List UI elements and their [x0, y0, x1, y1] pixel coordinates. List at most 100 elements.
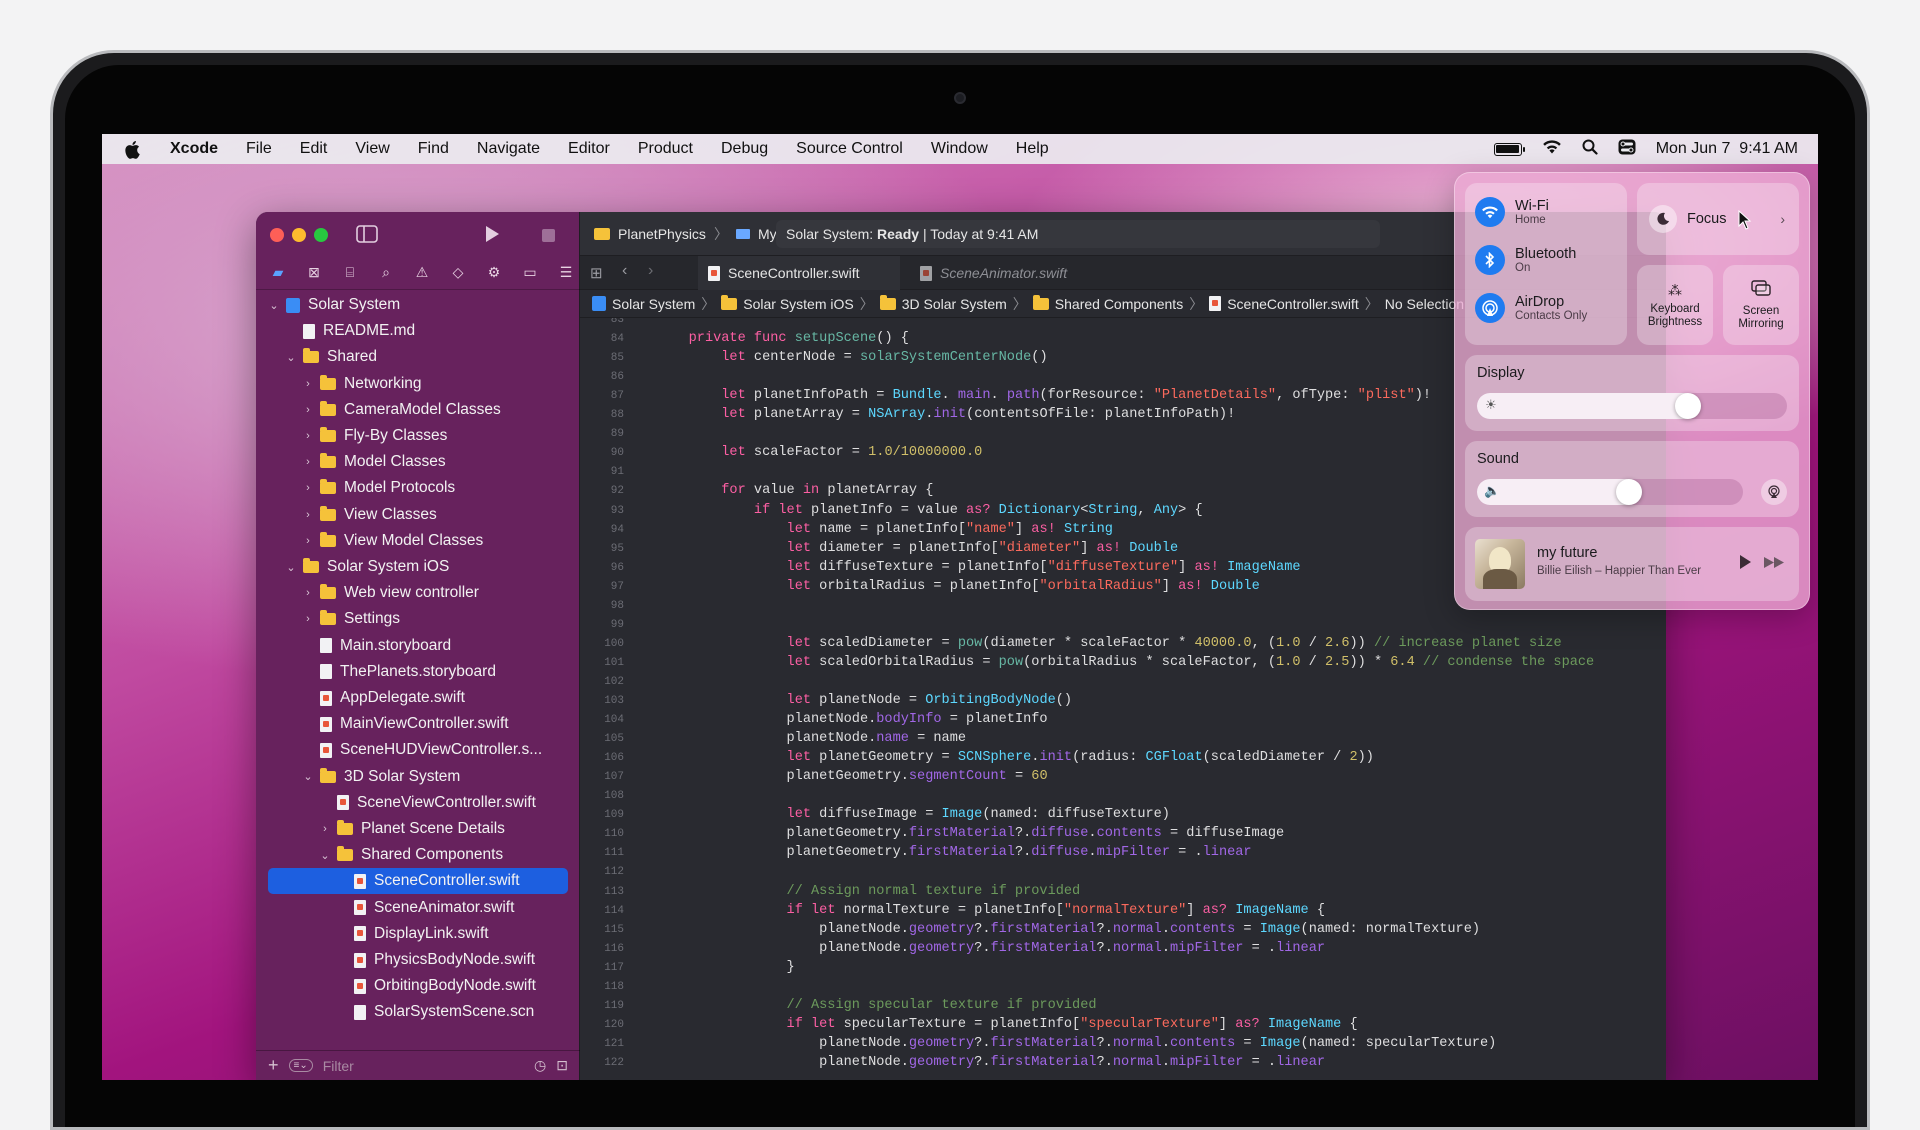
jumpbar-item-group[interactable]: Shared Components — [1032, 294, 1183, 312]
disclosure-collapsed-icon[interactable]: › — [302, 587, 314, 599]
file-row[interactable]: README.md — [256, 318, 580, 344]
menu-view[interactable]: View — [355, 140, 389, 158]
report-navigator-icon[interactable]: ☰ — [554, 264, 578, 281]
battery-icon[interactable] — [1493, 142, 1525, 156]
folder-row[interactable]: › View Classes — [256, 502, 580, 528]
folder-row[interactable]: › Networking — [256, 371, 580, 397]
menu-find[interactable]: Find — [418, 140, 449, 158]
folder-row[interactable]: ⌄ Shared Components — [256, 842, 580, 868]
airplay-audio-button[interactable] — [1761, 479, 1787, 505]
disclosure-expanded-icon[interactable]: ⌄ — [285, 561, 297, 574]
file-row[interactable]: ThePlanets.storyboard — [256, 659, 580, 685]
display-brightness-slider[interactable]: ☀ — [1477, 393, 1787, 419]
run-button[interactable] — [484, 225, 500, 248]
bluetooth-toggle[interactable]: Bluetooth On — [1475, 245, 1576, 275]
debug-navigator-icon[interactable]: ⚙ — [482, 264, 506, 281]
file-row[interactable]: SolarSystemScene.scn — [256, 999, 580, 1025]
add-icon[interactable]: + — [268, 1055, 279, 1076]
jumpbar-item-group[interactable]: 3D Solar System — [879, 294, 1007, 312]
menu-source-control[interactable]: Source Control — [796, 140, 903, 158]
keyboard-brightness-module[interactable]: ⁂ Keyboard Brightness — [1637, 265, 1713, 345]
file-row[interactable]: PhysicsBodyNode.swift — [256, 947, 580, 973]
folder-row[interactable]: › View Model Classes — [256, 528, 580, 554]
disclosure-collapsed-icon[interactable]: › — [302, 535, 314, 547]
filter-input[interactable]: Filter — [323, 1058, 524, 1074]
jumpbar-item-selection[interactable]: No Selection — [1385, 296, 1464, 312]
disclosure-collapsed-icon[interactable]: › — [302, 430, 314, 442]
tab-scenecontroller[interactable]: SceneController.swift — [698, 256, 900, 290]
skip-forward-button[interactable] — [1763, 556, 1785, 574]
album-art[interactable] — [1475, 539, 1525, 589]
menu-editor[interactable]: Editor — [568, 140, 610, 158]
play-button[interactable] — [1739, 554, 1752, 575]
file-row[interactable]: SceneViewController.swift — [256, 790, 580, 816]
file-row[interactable]: AppDelegate.swift — [256, 685, 580, 711]
menu-edit[interactable]: Edit — [300, 140, 328, 158]
disclosure-collapsed-icon[interactable]: › — [302, 456, 314, 468]
disclosure-expanded-icon[interactable]: ⌄ — [319, 849, 331, 862]
jumpbar-item-file[interactable]: SceneController.swift — [1209, 296, 1359, 312]
file-row[interactable]: SceneAnimator.swift — [256, 895, 580, 921]
find-navigator-icon[interactable]: ⌕ — [374, 264, 398, 281]
disclosure-expanded-icon[interactable]: ⌄ — [268, 299, 280, 312]
display-slider-knob[interactable] — [1675, 393, 1701, 419]
menu-clock[interactable]: Mon Jun 7 9:41 AM — [1656, 140, 1798, 158]
back-icon[interactable]: ‹ — [622, 262, 627, 280]
stop-button[interactable] — [542, 229, 555, 242]
jumpbar-item-project[interactable]: Solar System — [592, 296, 695, 312]
folder-row[interactable]: › Model Classes — [256, 449, 580, 475]
folder-row[interactable]: ⌄ Solar System iOS — [256, 554, 580, 580]
menu-debug[interactable]: Debug — [721, 140, 768, 158]
wifi-toggle[interactable]: Wi-Fi Home — [1475, 197, 1549, 227]
file-row[interactable]: MainViewController.swift — [256, 711, 580, 737]
disclosure-collapsed-icon[interactable]: › — [319, 823, 331, 835]
folder-row[interactable]: › Fly-By Classes — [256, 423, 580, 449]
menu-file[interactable]: File — [246, 140, 272, 158]
menu-navigate[interactable]: Navigate — [477, 140, 540, 158]
airdrop-toggle[interactable]: AirDrop Contacts Only — [1475, 293, 1587, 323]
sidebar-toggle-icon[interactable] — [356, 225, 378, 248]
menu-app-name[interactable]: Xcode — [170, 140, 218, 158]
folder-row[interactable]: ⌄ 3D Solar System — [256, 764, 580, 790]
grid-icon[interactable]: ⊞ — [590, 264, 603, 282]
close-window-button[interactable] — [270, 228, 284, 242]
file-row[interactable]: OrbitingBodyNode.swift — [256, 973, 580, 999]
disclosure-collapsed-icon[interactable]: › — [302, 509, 314, 521]
issue-navigator-icon[interactable]: ⚠ — [410, 264, 434, 281]
apple-icon[interactable] — [124, 139, 142, 159]
menu-help[interactable]: Help — [1016, 140, 1049, 158]
disclosure-collapsed-icon[interactable]: › — [302, 404, 314, 416]
volume-slider-knob[interactable] — [1616, 479, 1642, 505]
folder-row[interactable]: › Web view controller — [256, 580, 580, 606]
folder-row[interactable]: › Planet Scene Details — [256, 816, 580, 842]
file-row[interactable]: DisplayLink.swift — [256, 921, 580, 947]
folder-row[interactable]: ⌄ Shared — [256, 344, 580, 370]
forward-icon[interactable]: › — [648, 262, 653, 280]
spotlight-search-icon[interactable] — [1582, 139, 1598, 160]
tab-sceneanimator[interactable]: SceneAnimator.swift — [910, 256, 1110, 290]
menu-window[interactable]: Window — [931, 140, 988, 158]
disclosure-collapsed-icon[interactable]: › — [302, 482, 314, 494]
folder-row[interactable]: › CameraModel Classes — [256, 397, 580, 423]
minimize-window-button[interactable] — [292, 228, 306, 242]
test-navigator-icon[interactable]: ◇ — [446, 264, 470, 281]
folder-row[interactable]: › Model Protocols — [256, 475, 580, 501]
focus-module[interactable]: Focus › — [1637, 183, 1799, 255]
disclosure-collapsed-icon[interactable]: › — [302, 613, 314, 625]
control-center-icon[interactable] — [1618, 139, 1636, 160]
disclosure-collapsed-icon[interactable]: › — [302, 378, 314, 390]
folder-navigator-icon[interactable]: ▰ — [266, 264, 290, 281]
project-row[interactable]: ⌄ Solar System — [256, 292, 580, 318]
volume-slider[interactable]: 🔈 — [1477, 479, 1743, 505]
source-control-navigator-icon[interactable]: ⊠ — [302, 264, 326, 281]
menu-product[interactable]: Product — [638, 140, 693, 158]
wifi-icon[interactable] — [1542, 139, 1562, 159]
file-row[interactable]: Main.storyboard — [256, 633, 580, 659]
symbol-navigator-icon[interactable]: ⌸ — [338, 264, 362, 281]
filter-options-icon[interactable]: ≡⌄ — [288, 1059, 313, 1072]
file-row[interactable]: SceneHUDViewController.s... — [256, 737, 580, 763]
folder-row[interactable]: › Settings — [256, 606, 580, 632]
breakpoint-navigator-icon[interactable]: ▭ — [518, 264, 542, 281]
screen-mirroring-module[interactable]: Screen Mirroring — [1723, 265, 1799, 345]
jumpbar-item-group[interactable]: Solar System iOS — [721, 294, 854, 312]
